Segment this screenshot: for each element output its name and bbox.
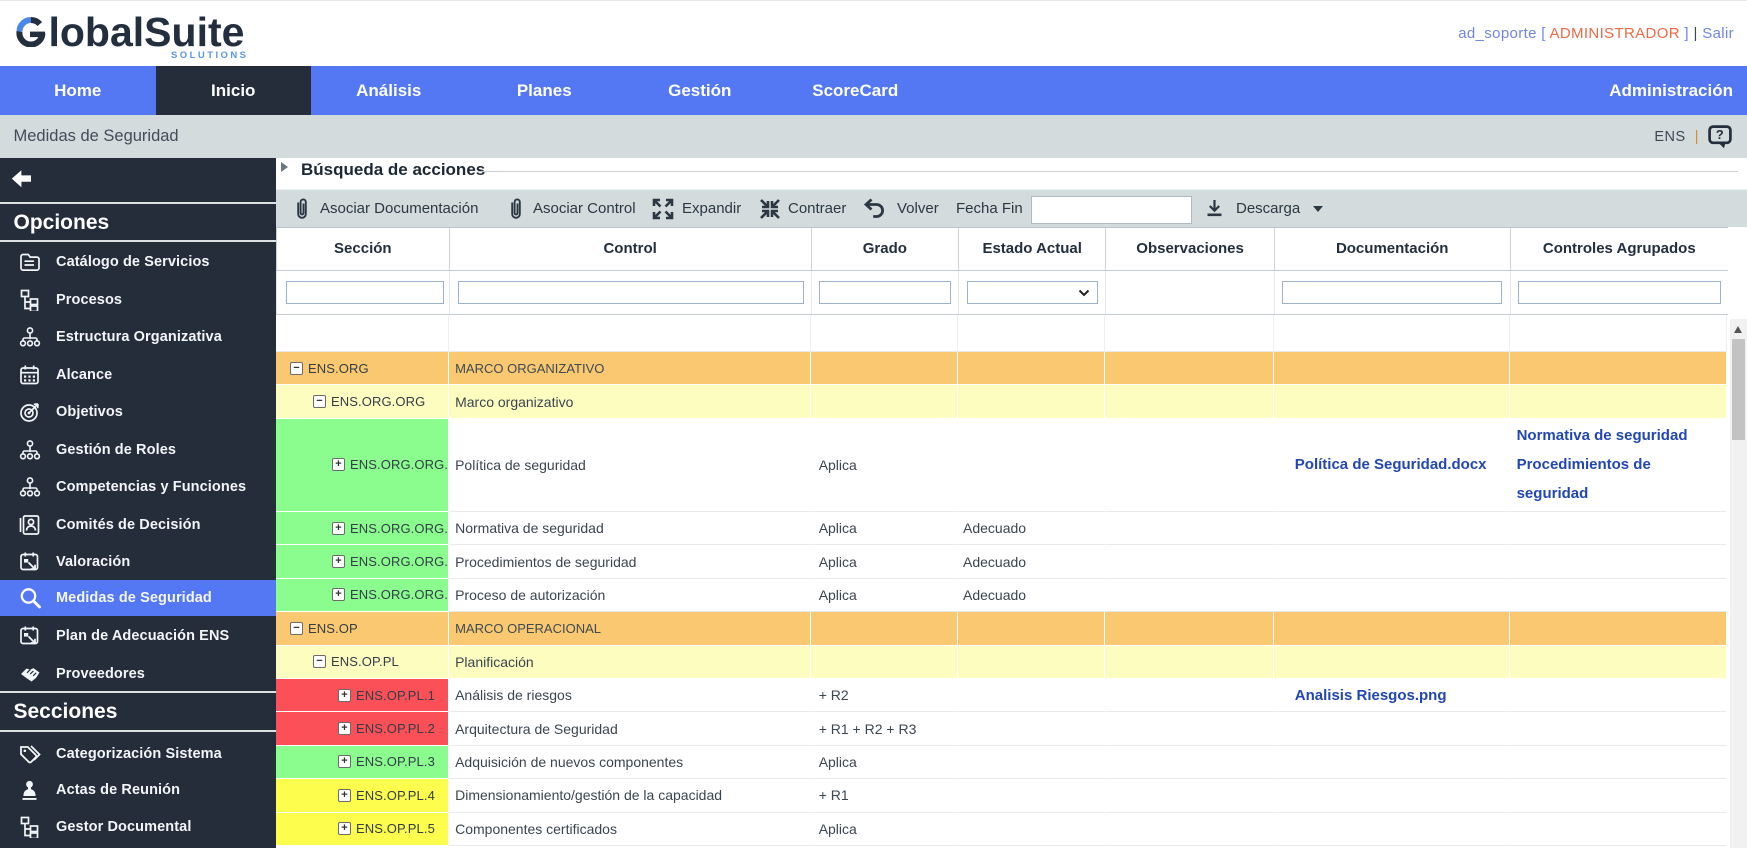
svg-text:?: ? bbox=[1716, 127, 1724, 142]
